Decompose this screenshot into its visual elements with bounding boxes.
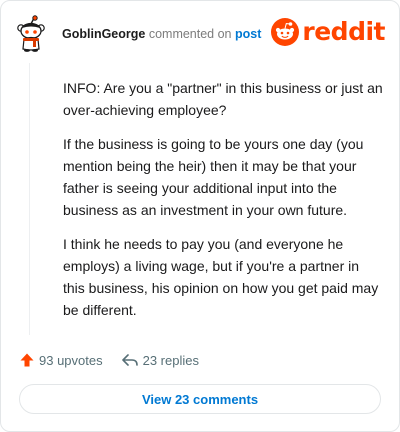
avatar[interactable]: [13, 15, 49, 53]
upvote-arrow-icon: [20, 353, 34, 367]
snoo-avatar-icon: [17, 15, 45, 52]
upvote-count: 93 upvotes: [39, 352, 103, 368]
comment-actions: 93 upvotes 23 replies: [19, 349, 199, 371]
post-link[interactable]: post: [235, 27, 261, 41]
author-name[interactable]: GoblinGeorge: [62, 27, 145, 41]
comment-card: GoblinGeorge commented on post reddit IN…: [0, 0, 400, 432]
comment-body: INFO: Are you a "partner" in this busine…: [63, 77, 383, 333]
comment-header: GoblinGeorge commented on post reddit: [13, 15, 387, 53]
comment-meta: GoblinGeorge commented on post: [62, 27, 261, 41]
reddit-wordmark: reddit: [302, 17, 385, 46]
reddit-snoo-icon: [271, 18, 300, 46]
comment-paragraph: I think he needs to pay you (and everyon…: [63, 236, 379, 318]
replies-button[interactable]: 23 replies: [121, 352, 199, 368]
reply-count: 23 replies: [142, 352, 199, 368]
reply-arrow-icon: [121, 354, 138, 366]
upvote-button[interactable]: 93 upvotes: [19, 352, 103, 368]
view-comments-button[interactable]: View 23 comments: [19, 384, 381, 414]
comment-action-text: commented on: [148, 27, 232, 41]
comment-paragraph: INFO: Are you a "partner" in this busine…: [63, 80, 383, 118]
reddit-logo: reddit: [271, 17, 385, 47]
comment-paragraph: If the business is going to be yours one…: [63, 136, 364, 218]
thread-line: [29, 63, 30, 335]
